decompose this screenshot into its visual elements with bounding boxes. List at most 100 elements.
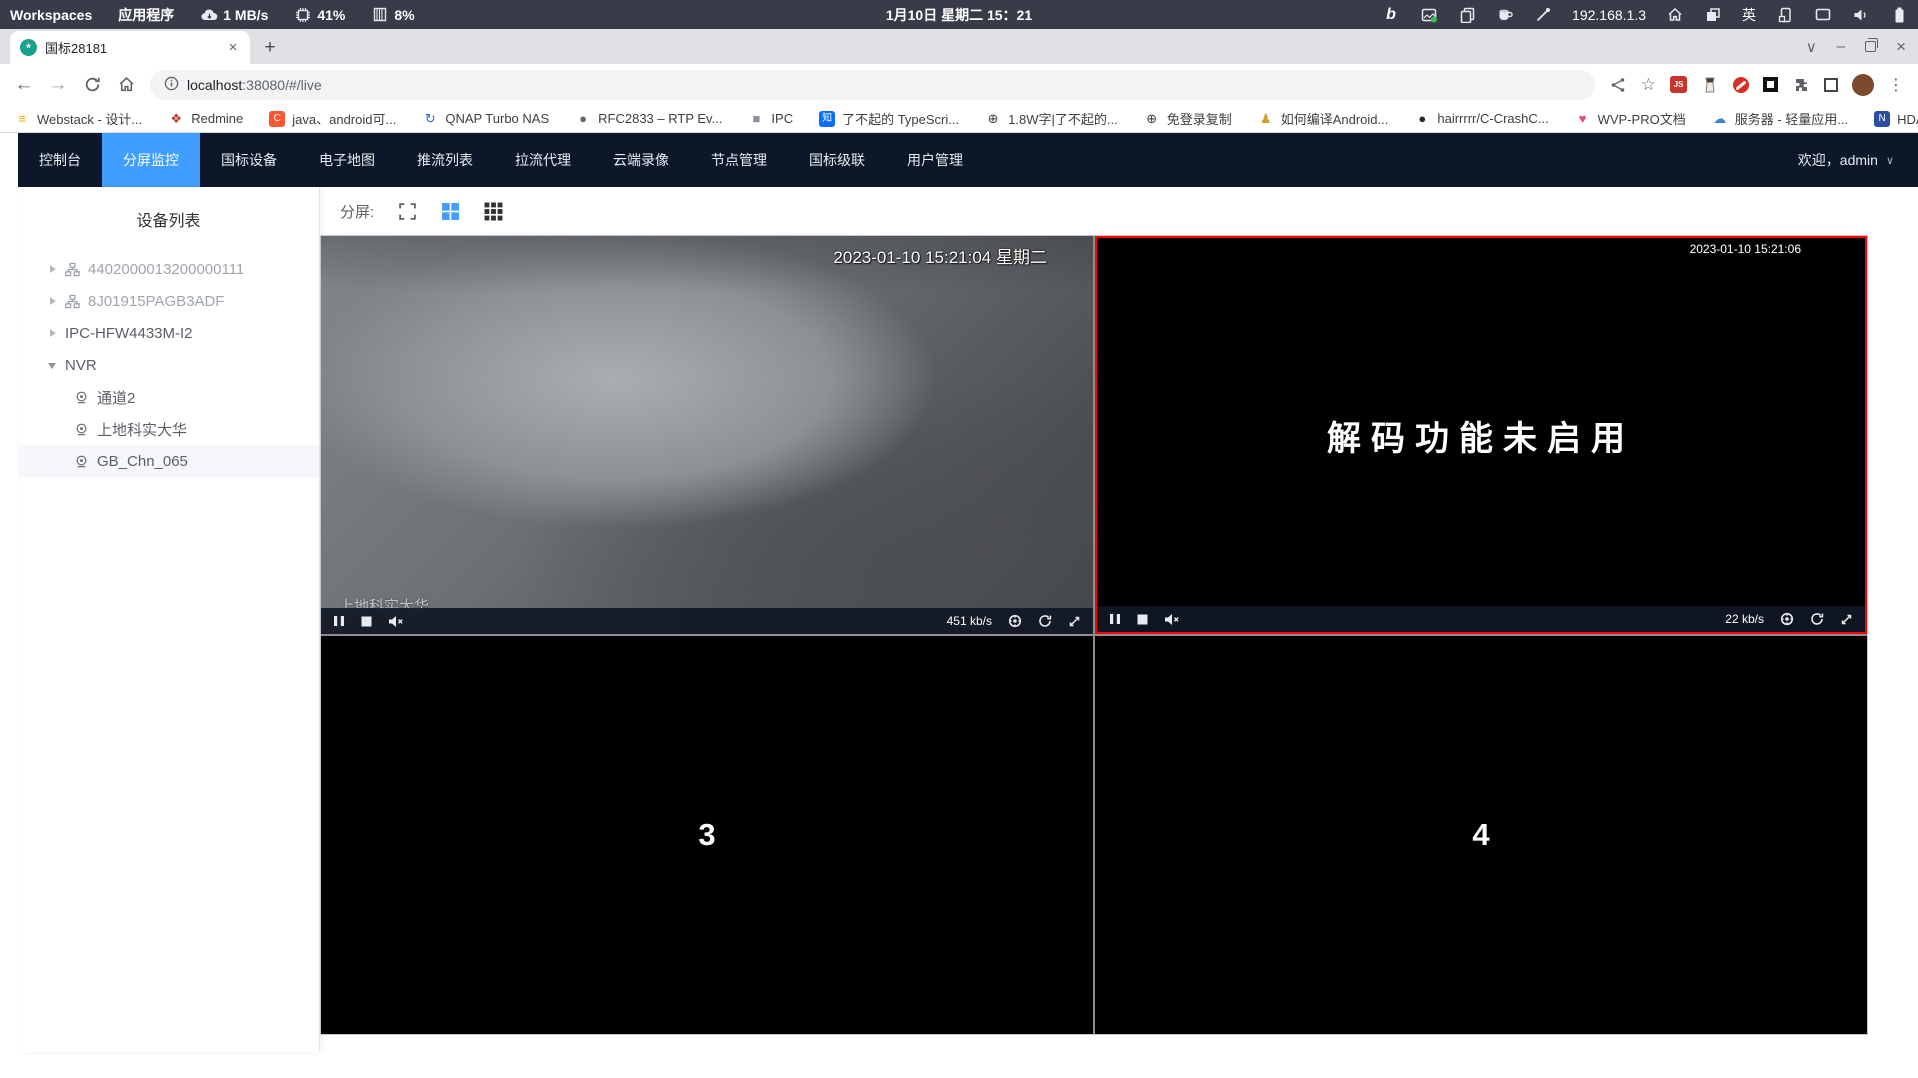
tree-node[interactable]: NVR (18, 349, 319, 381)
ext-frame-icon[interactable] (1824, 77, 1838, 92)
chevron-icon[interactable] (46, 294, 60, 308)
video-cell-1[interactable]: 2023-01-10 15:21:04 星期二 上地科实大华 451 kb/s (321, 236, 1093, 634)
extensions-puzzle-icon[interactable] (1792, 76, 1810, 94)
applications-menu[interactable]: 应用程序 (118, 5, 174, 25)
profile-avatar[interactable] (1852, 73, 1874, 96)
bookmark-item[interactable]: N HDAtmos :: 种子 *... (1874, 109, 1918, 128)
close-window-button[interactable]: × (1896, 37, 1906, 57)
bookmark-item[interactable]: 知 了不起的 TypeScri... (819, 109, 959, 128)
clock[interactable]: 1月10日 星期二 15：21 (886, 5, 1032, 25)
nav-item-3[interactable]: 电子地图 (298, 133, 396, 187)
single-screen-button[interactable] (398, 202, 417, 221)
workspace-switcher-icon[interactable] (1704, 6, 1722, 24)
camera-icon (74, 421, 92, 437)
split-label: 分屏: (340, 203, 375, 221)
tree-node[interactable]: 4402000013200000111 (18, 253, 319, 285)
nav-item-5[interactable]: 拉流代理 (494, 133, 592, 187)
nav-item-0[interactable]: 控制台 (18, 133, 102, 187)
stop-button[interactable] (361, 616, 372, 627)
coffee-cup-icon[interactable] (1496, 6, 1514, 24)
site-info-icon[interactable] (164, 76, 179, 94)
browser-tab[interactable]: * 国标28181 × (10, 31, 250, 64)
tree-node[interactable]: 8J01915PAGB3ADF (18, 285, 319, 317)
bookmark-item[interactable]: ♟ 如何编译Android... (1258, 109, 1388, 128)
stop-button[interactable] (1137, 614, 1148, 625)
tree-node[interactable]: GB_Chn_065 (18, 445, 319, 477)
nav-item-6[interactable]: 云端录像 (592, 133, 690, 187)
tree-node[interactable]: 上地科实大华 (18, 413, 319, 445)
nav-item-9[interactable]: 用户管理 (886, 133, 984, 187)
clipboard-icon[interactable] (1458, 6, 1476, 24)
restore-window-button[interactable] (1865, 38, 1879, 52)
chevron-icon[interactable] (46, 262, 60, 276)
bookmark-item[interactable]: ☁ 服务器 - 轻量应用... (1712, 109, 1848, 128)
ext-dark-square-icon[interactable] (1763, 77, 1778, 92)
minimize-button[interactable]: – (1837, 38, 1845, 55)
pause-button[interactable] (1109, 613, 1121, 625)
mute-button[interactable] (388, 615, 404, 628)
bookmarks-bar: ≡ Webstack - 设计... ❖ Redmine C java、andr… (0, 105, 1918, 133)
nav-item-8[interactable]: 国标级联 (788, 133, 886, 187)
bookmark-item[interactable]: ● hairrrrr/C-CrashC... (1414, 111, 1548, 127)
nav-item-7[interactable]: 节点管理 (690, 133, 788, 187)
bookmark-item[interactable]: ↻ QNAP Turbo NAS (422, 111, 549, 127)
url-field[interactable]: localhost:38080/#/live (150, 69, 1595, 100)
video-cell-3[interactable]: 3 (321, 636, 1093, 1034)
user-menu[interactable]: 欢迎，admin ∨ (1798, 150, 1918, 170)
display-icon[interactable] (1814, 6, 1832, 24)
bookmark-item[interactable]: ⊕ 免登录复制 (1144, 109, 1231, 128)
fullscreen-button[interactable] (1840, 613, 1853, 626)
bookmark-item[interactable]: C java、android可... (269, 109, 396, 128)
home-tray-icon[interactable] (1666, 6, 1684, 24)
cpu-icon (294, 6, 312, 24)
pause-button[interactable] (333, 615, 345, 627)
phone-link-icon[interactable] (1776, 6, 1794, 24)
volume-icon[interactable] (1852, 6, 1870, 24)
reload-button[interactable] (78, 71, 106, 99)
fullscreen-button[interactable] (1068, 615, 1081, 628)
tree-node[interactable]: IPC-HFW4433M-I2 (18, 317, 319, 349)
nav-item-1[interactable]: 分屏监控 (102, 133, 200, 187)
new-tab-button[interactable]: + (256, 34, 284, 62)
tree-node[interactable]: 通道2 (18, 381, 319, 413)
bookmark-item[interactable]: ≡ Webstack - 设计... (14, 109, 142, 128)
browser-menu-button[interactable]: ⋮ (1888, 75, 1904, 95)
stream-settings-button[interactable] (1008, 614, 1022, 628)
stream-settings-button[interactable] (1780, 612, 1794, 626)
bookmark-favicon-icon: ⊕ (987, 111, 999, 126)
bookmark-star-icon[interactable]: ☆ (1641, 75, 1656, 95)
bookmark-item[interactable]: ❖ Redmine (168, 111, 243, 127)
share-icon[interactable] (1609, 76, 1627, 94)
nav-item-4[interactable]: 推流列表 (396, 133, 494, 187)
chevron-icon[interactable] (46, 358, 60, 372)
input-method-indicator[interactable]: 英 (1742, 5, 1756, 25)
nav-item-2[interactable]: 国标设备 (200, 133, 298, 187)
device-tree: 4402000013200000111 8J01915PAGB3ADF IPC-… (18, 253, 319, 477)
pipette-tool-icon[interactable] (1534, 6, 1552, 24)
refresh-button[interactable] (1038, 614, 1052, 628)
refresh-button[interactable] (1810, 612, 1824, 626)
ext-js-icon[interactable]: JS (1670, 76, 1687, 93)
bookmark-item[interactable]: ● RFC2833 – RTP Ev... (575, 111, 722, 127)
tab-close-button[interactable]: × (224, 39, 242, 57)
screenshot-app-icon[interactable] (1420, 6, 1438, 24)
mute-button[interactable] (1164, 613, 1180, 626)
ext-jar-icon[interactable] (1701, 76, 1719, 94)
bookmark-item[interactable]: ⊕ 1.8W字|了不起的... (985, 109, 1118, 128)
grid-2x2-button[interactable] (441, 202, 460, 221)
ext-blocker-icon[interactable] (1733, 76, 1749, 93)
grid-3x3-button[interactable] (484, 202, 503, 221)
workspaces-button[interactable]: Workspaces (10, 7, 92, 23)
browser-home-button[interactable] (112, 71, 140, 99)
tab-search-button[interactable]: ∨ (1806, 38, 1817, 56)
video-cell-4[interactable]: 4 (1095, 636, 1867, 1034)
decode-disabled-message: 解码功能未启用 (1327, 419, 1635, 458)
bookmark-favicon-icon: ■ (752, 111, 761, 126)
back-button[interactable]: ← (10, 71, 38, 99)
bookmark-item[interactable]: ■ IPC (748, 111, 793, 127)
video-cell-2[interactable]: 2023-01-10 15:21:06 解码功能未启用 22 kb/s (1095, 236, 1867, 634)
forward-button[interactable]: → (44, 71, 72, 99)
bookmark-item[interactable]: ♥ WVP-PRO文档 (1575, 109, 1686, 128)
bing-tray-icon[interactable]: b (1382, 6, 1400, 24)
chevron-icon[interactable] (46, 326, 60, 340)
